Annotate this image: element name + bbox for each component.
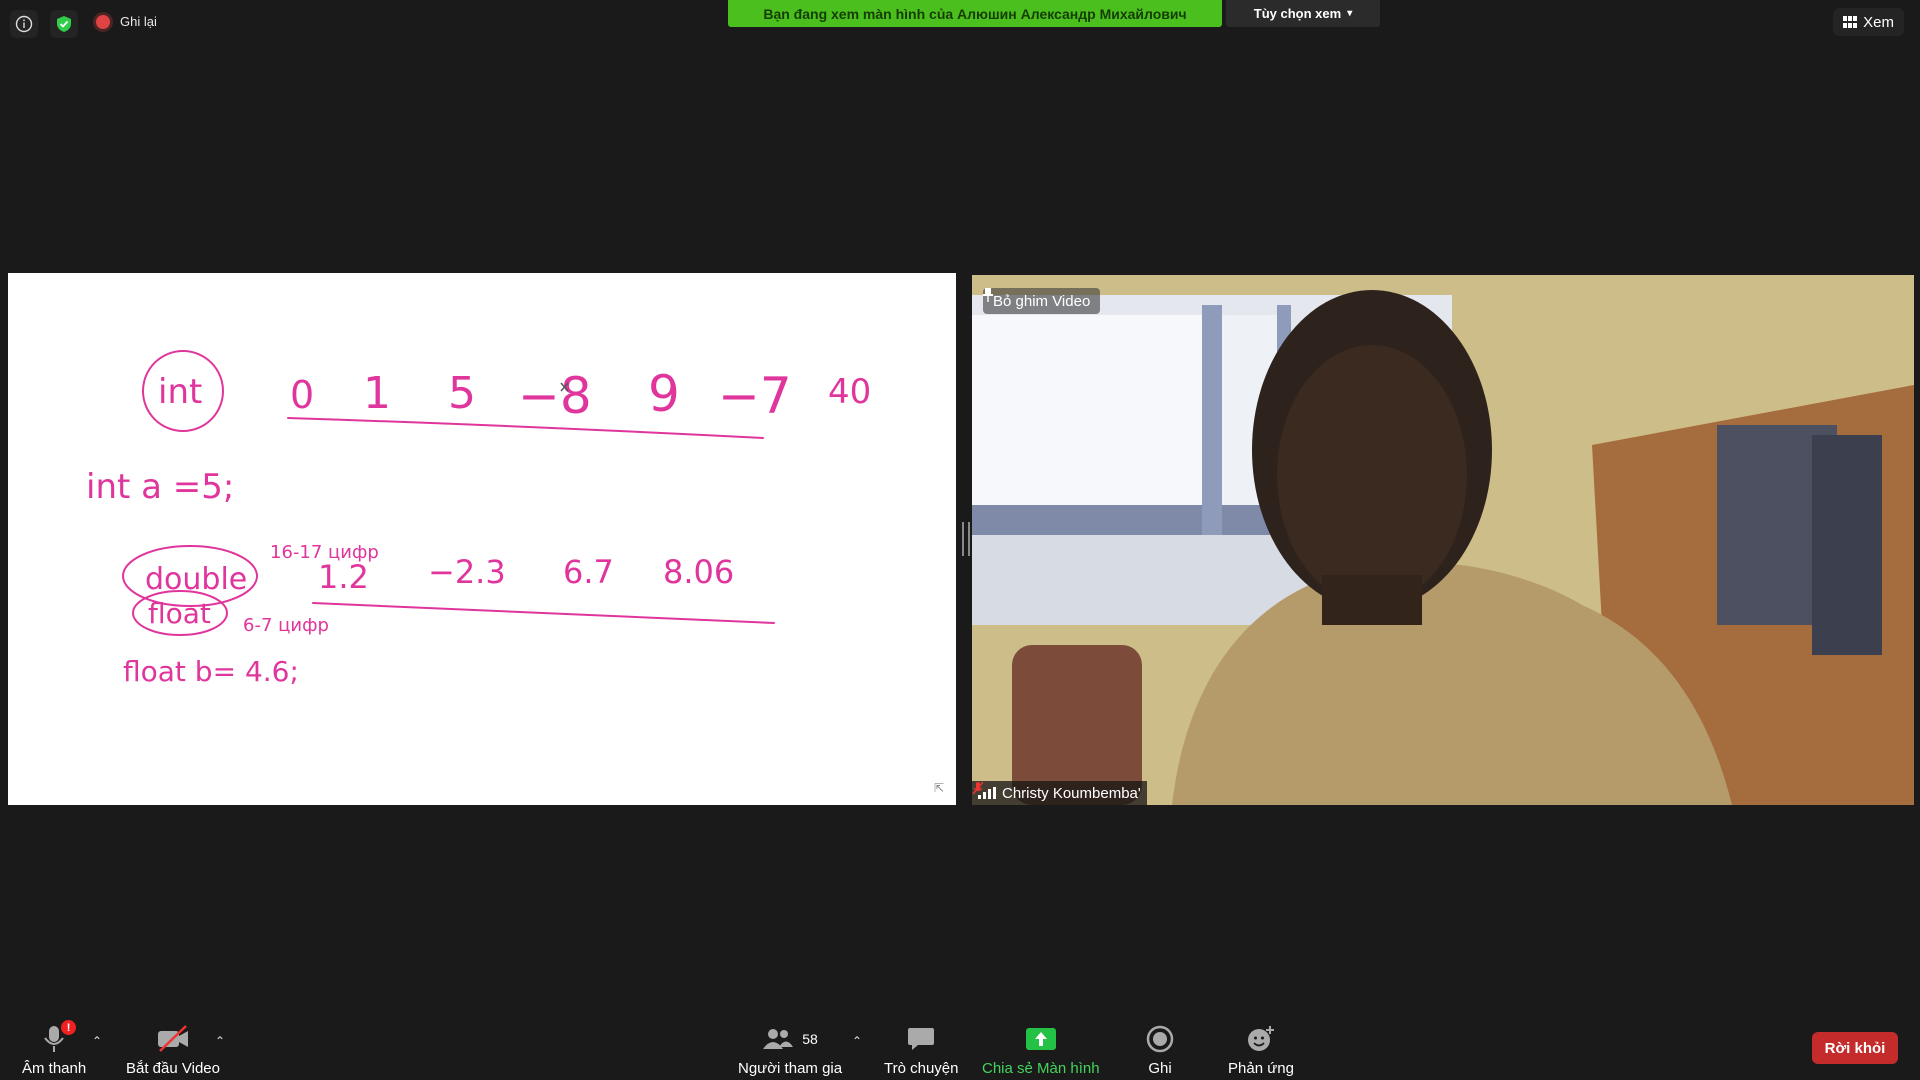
participants-label: Người tham gia — [738, 1060, 843, 1077]
ink-text: 5 — [448, 368, 476, 419]
video-frame — [972, 275, 1914, 805]
reactions-icon — [1247, 1026, 1274, 1051]
ink-text: 1.2 — [318, 558, 369, 596]
ink-text: 1 — [363, 368, 391, 419]
participant-video[interactable]: Bỏ ghim Video Christy Koumbemba' — [972, 275, 1914, 805]
ink-text: float b= 4.6; — [123, 655, 299, 688]
chat-label: Trò chuyện — [884, 1060, 959, 1077]
participants-icon — [763, 1029, 794, 1049]
muted-mic-icon — [972, 781, 984, 795]
audio-options-caret-icon[interactable]: ⌃ — [92, 1034, 102, 1048]
top-bar: Ghi lại Bạn đang xem màn hình của Алюшин… — [0, 0, 1920, 48]
recording-indicator[interactable]: Ghi lại — [96, 14, 157, 29]
participant-name: Christy Koumbemba' — [1002, 784, 1141, 802]
participants-caret-icon[interactable]: ⌃ — [852, 1034, 862, 1048]
ink-text: 0 — [290, 373, 314, 417]
ink-text: 9 — [648, 365, 680, 423]
participant-name-tag: Christy Koumbemba' — [972, 781, 1147, 805]
ink-text: −7 — [718, 367, 792, 425]
ink-text: int — [158, 372, 202, 412]
video-options-caret-icon[interactable]: ⌃ — [215, 1034, 225, 1048]
start-video-button[interactable]: Bắt đầu Video — [126, 1024, 220, 1077]
meeting-toolbar: ! Âm thanh ⌃ Bắt đầu Video ⌃ 58 Người th… — [0, 1016, 1920, 1080]
ink-text: 40 — [828, 372, 871, 412]
ink-text: 6.7 — [563, 553, 614, 591]
chevron-down-icon: ▾ — [1347, 8, 1353, 19]
share-screen-icon — [1025, 1028, 1056, 1050]
ink-text: −2.3 — [428, 553, 506, 591]
expand-corner-icon[interactable]: ⇱ — [934, 781, 944, 795]
record-button[interactable]: Ghi — [1146, 1024, 1174, 1077]
record-label: Ghi lại — [120, 14, 157, 29]
ink-text: double — [145, 562, 247, 597]
underline-mark — [312, 602, 775, 624]
view-options-label: Tùy chọn xem — [1253, 6, 1342, 21]
ink-text: −8 — [518, 367, 592, 425]
shared-screen[interactable]: int 0 1 5 −8 9 −7 40 int a =5; 16-17 циф… — [8, 273, 956, 805]
share-screen-button[interactable]: Chia sẻ Màn hình — [982, 1024, 1100, 1077]
record-label: Ghi — [1148, 1060, 1172, 1077]
ink-text: 8.06 — [663, 553, 734, 591]
ink-text: int a =5; — [86, 467, 234, 507]
audio-label: Âm thanh — [22, 1060, 87, 1077]
video-off-icon — [157, 1025, 188, 1052]
view-options-button[interactable]: Tùy chọn xem ▾ — [1226, 0, 1380, 27]
pin-icon — [983, 288, 993, 302]
chat-button[interactable]: Trò chuyện — [884, 1024, 958, 1077]
leave-button[interactable]: Rời khỏi — [1812, 1032, 1898, 1064]
whiteboard-canvas: int 0 1 5 −8 9 −7 40 int a =5; 16-17 циф… — [86, 350, 871, 688]
encryption-shield-icon[interactable] — [50, 10, 78, 38]
view-button[interactable]: Xem — [1833, 8, 1904, 36]
alert-badge: ! — [61, 1020, 77, 1035]
unpin-video-button[interactable]: Bỏ ghim Video — [983, 288, 1101, 314]
reactions-button[interactable]: Phản ứng — [1228, 1024, 1294, 1077]
view-label: Xem — [1863, 13, 1894, 31]
participants-count: 58 — [802, 1031, 818, 1047]
record-dot-icon — [96, 14, 110, 29]
info-icon[interactable] — [10, 10, 38, 38]
ink-text: 6-7 цифр — [243, 615, 329, 636]
participants-button[interactable]: 58 Người tham gia — [738, 1024, 842, 1077]
audio-button[interactable]: ! Âm thanh — [22, 1020, 87, 1077]
grid-icon — [1843, 16, 1858, 28]
split-resize-handle[interactable] — [962, 522, 970, 556]
share-screen-label: Chia sẻ Màn hình — [982, 1060, 1100, 1077]
reactions-label: Phản ứng — [1228, 1060, 1294, 1077]
pin-label: Bỏ ghim Video — [993, 292, 1091, 310]
screen-share-banner: Bạn đang xem màn hình của Алюшин Алексан… — [728, 0, 1222, 27]
chat-icon — [908, 1028, 935, 1050]
video-label: Bắt đầu Video — [126, 1060, 220, 1077]
record-icon — [1146, 1025, 1174, 1053]
ink-text: float — [148, 597, 211, 630]
